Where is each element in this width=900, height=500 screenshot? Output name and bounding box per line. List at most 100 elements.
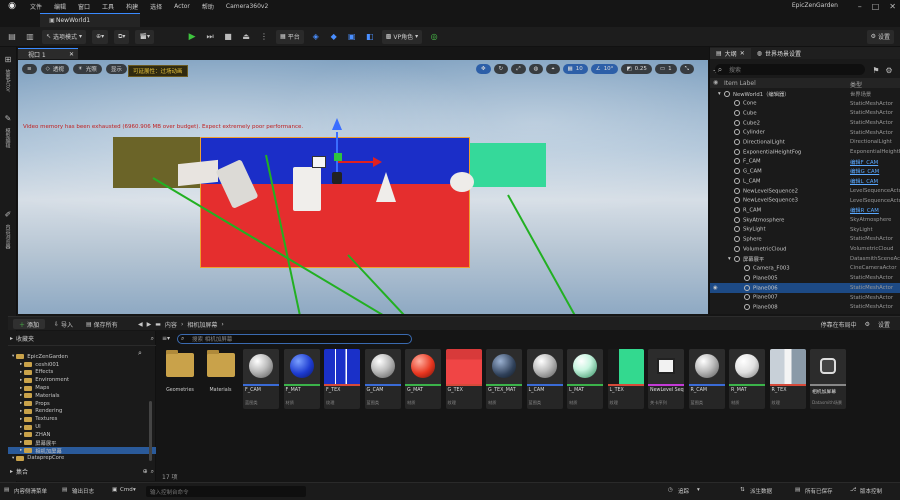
folder-tree-item[interactable]: ▸ Maps: [8, 384, 156, 392]
asset-tile[interactable]: F_TEX 纹理: [324, 349, 360, 409]
asset-tile[interactable]: 相机加屏幕 Datasmith场景: [810, 349, 846, 409]
outliner-row[interactable]: L_CAM 编辑L_CAM: [710, 176, 900, 186]
outliner-row[interactable]: Plane008 StaticMeshActor: [710, 302, 900, 312]
settings-button[interactable]: ⚙ 设置: [866, 29, 894, 44]
cmd-dropdown[interactable]: Cmd: [120, 487, 133, 493]
edit-blueprint-link[interactable]: 编辑R_CAM: [850, 206, 900, 214]
derived-data-button[interactable]: 派生数据: [750, 487, 772, 495]
chevron-down-icon[interactable]: ▾: [697, 487, 700, 493]
outliner-row[interactable]: ▾ NewWorld1（编辑器） 世界场景: [710, 89, 900, 99]
edit-blueprint-link[interactable]: 编辑F_CAM: [850, 158, 900, 166]
asset-folder[interactable]: Materials: [203, 350, 239, 399]
save-all-button[interactable]: ▤ 保存所有: [86, 320, 118, 329]
output-log-icon[interactable]: ▤: [62, 487, 67, 493]
expand-arrow-icon[interactable]: ▸: [20, 417, 22, 422]
maximize-icon[interactable]: □: [872, 2, 880, 11]
tab-outliner[interactable]: ▤ 大纲 ✕: [710, 47, 751, 59]
outliner-row[interactable]: Cone StaticMeshActor: [710, 99, 900, 109]
menu-actor[interactable]: Actor: [174, 3, 190, 10]
cmd-icon[interactable]: ▣: [112, 487, 117, 493]
menu-window[interactable]: 窗口: [78, 2, 90, 11]
close-icon[interactable]: ✕: [889, 2, 896, 11]
asset-tile[interactable]: L_CAM 蓝图类: [526, 349, 563, 409]
plugin-icon-4[interactable]: ◧: [364, 31, 376, 43]
outliner-row[interactable]: SkyAtmosphere SkyAtmosphere: [710, 215, 900, 225]
dock-in-layout-button[interactable]: 停靠在布局中: [821, 320, 857, 329]
col-type[interactable]: 类型: [850, 80, 862, 89]
asset-tile[interactable]: G_TEX 纹理: [445, 349, 482, 409]
expand-arrow-icon[interactable]: ▸: [20, 448, 22, 453]
expand-arrow-icon[interactable]: ▸: [20, 432, 22, 437]
add-collection-icon[interactable]: ⊕: [143, 468, 148, 475]
outliner-row[interactable]: NewLevelSequence3 LevelSequenceActor: [710, 196, 900, 206]
add-button[interactable]: ＋ 添加: [13, 319, 46, 329]
minimize-icon[interactable]: –: [858, 2, 862, 11]
col-item-label[interactable]: Item Label: [724, 80, 756, 87]
outliner-row[interactable]: VolumetricCloud VolumetricCloud: [710, 244, 900, 254]
asset-tile[interactable]: G_TEX_MAT 材质: [486, 349, 522, 409]
play-icon[interactable]: ▶: [186, 31, 198, 43]
asset-search-input[interactable]: 搜索 相机加屏幕: [177, 334, 412, 344]
outliner-row[interactable]: Plane005 StaticMeshActor: [710, 273, 900, 283]
asset-tile[interactable]: R_CAM 蓝图类: [688, 349, 725, 409]
asset-tile[interactable]: F_CAM 蓝图类: [243, 349, 279, 409]
asset-tile[interactable]: R_TEX 纹理: [769, 349, 806, 409]
console-input[interactable]: 输入控制台命令: [146, 486, 306, 497]
expand-arrow-icon[interactable]: ▸: [20, 409, 22, 414]
expand-arrow-icon[interactable]: ▾: [718, 91, 721, 97]
asset-tile[interactable]: G_CAM 蓝图类: [364, 349, 401, 409]
live-link-icon[interactable]: ◎: [428, 31, 440, 43]
modeling-icon[interactable]: ✎: [2, 112, 14, 124]
plugin-icon-1[interactable]: ◈: [310, 31, 322, 43]
expand-arrow-icon[interactable]: ▾: [12, 354, 14, 359]
gear-icon[interactable]: ⚙: [865, 321, 870, 328]
cinematics-button[interactable]: 🎬︎▾: [135, 29, 155, 44]
breadcrumb-leaf[interactable]: 相机加屏幕: [187, 320, 217, 329]
menu-camera360[interactable]: Camera360v2: [226, 3, 268, 10]
outliner-search-input[interactable]: 搜索: [715, 64, 865, 75]
menu-build[interactable]: 构建: [126, 2, 138, 11]
expand-arrow-icon[interactable]: ▸: [20, 425, 22, 430]
visibility-eye-icon[interactable]: ◉: [713, 285, 718, 291]
expand-arrow-icon[interactable]: ▸: [20, 386, 22, 391]
left-dock-item-place[interactable]: 放置Actor: [5, 69, 12, 92]
left-dock-item-model[interactable]: 模型编辑: [5, 128, 12, 148]
unreal-logo-icon[interactable]: ◉: [6, 0, 18, 12]
folder-tree-item[interactable]: ▸ Rendering: [8, 408, 156, 416]
derived-data-icon[interactable]: ⇅: [740, 487, 745, 493]
outliner-row[interactable]: Cylinder StaticMeshActor: [710, 128, 900, 138]
collections-header[interactable]: ▸ 集合 ⊕ ⌕: [10, 467, 154, 477]
outliner-row[interactable]: F_CAM 编辑F_CAM: [710, 157, 900, 167]
menu-select[interactable]: 选择: [150, 2, 162, 11]
more-options-icon[interactable]: ⋮: [258, 31, 270, 43]
stop-icon[interactable]: ■: [222, 31, 234, 43]
folder-tree-item[interactable]: ▸ Textures: [8, 415, 156, 423]
outliner-row[interactable]: NewLevelSequence2 LevelSequenceActor: [710, 186, 900, 196]
folder-tree-item[interactable]: ▸ ZHAN: [8, 431, 156, 439]
tab-world-settings[interactable]: ◍ 世界场景设置: [751, 48, 807, 59]
asset-folder[interactable]: Geometries: [162, 350, 198, 399]
content-drawer-button[interactable]: 内容侧滑菜单: [14, 487, 47, 495]
outliner-row[interactable]: DirectionalLight DirectionalLight: [710, 138, 900, 148]
expand-arrow-icon[interactable]: ▾: [12, 456, 14, 461]
menu-tools[interactable]: 工具: [102, 2, 114, 11]
outliner-row[interactable]: Camera_F003 CineCameraActor: [710, 264, 900, 274]
outliner-row[interactable]: R_CAM 编辑R_CAM: [710, 205, 900, 215]
level-viewport[interactable]: ≡ ◇ 透视 ☀ 光照 显示 可延展性：过场动画 ✥ ↻ ⤢ ◍ ⌖ ▦ 10 …: [18, 60, 708, 314]
close-icon[interactable]: ✕: [740, 50, 745, 57]
plugin-icon-3[interactable]: ▣: [346, 31, 358, 43]
filter-icon[interactable]: ⚑: [870, 64, 882, 76]
folder-tree-item[interactable]: ▸ Effects: [8, 369, 156, 377]
folder-tree-item[interactable]: ▸ 屏幕展平: [8, 439, 156, 447]
trace-icon[interactable]: ◷: [668, 487, 673, 493]
viewport-tab[interactable]: 视口 1 ✕: [18, 48, 78, 59]
menu-file[interactable]: 文件: [30, 2, 42, 11]
search-icon[interactable]: ⌕: [151, 335, 154, 343]
content-drawer-icon[interactable]: ▤: [4, 487, 9, 493]
mode-dropdown[interactable]: ↖ 选项模式 ▾: [42, 29, 87, 44]
vp-role-dropdown[interactable]: ▩ VP角色 ▾: [381, 29, 423, 44]
outliner-row[interactable]: Cube StaticMeshActor: [710, 108, 900, 118]
trace-button[interactable]: 追踪: [678, 487, 689, 495]
save-icon[interactable]: ▤: [795, 487, 800, 493]
place-actor-icon[interactable]: ⊞: [2, 53, 14, 65]
